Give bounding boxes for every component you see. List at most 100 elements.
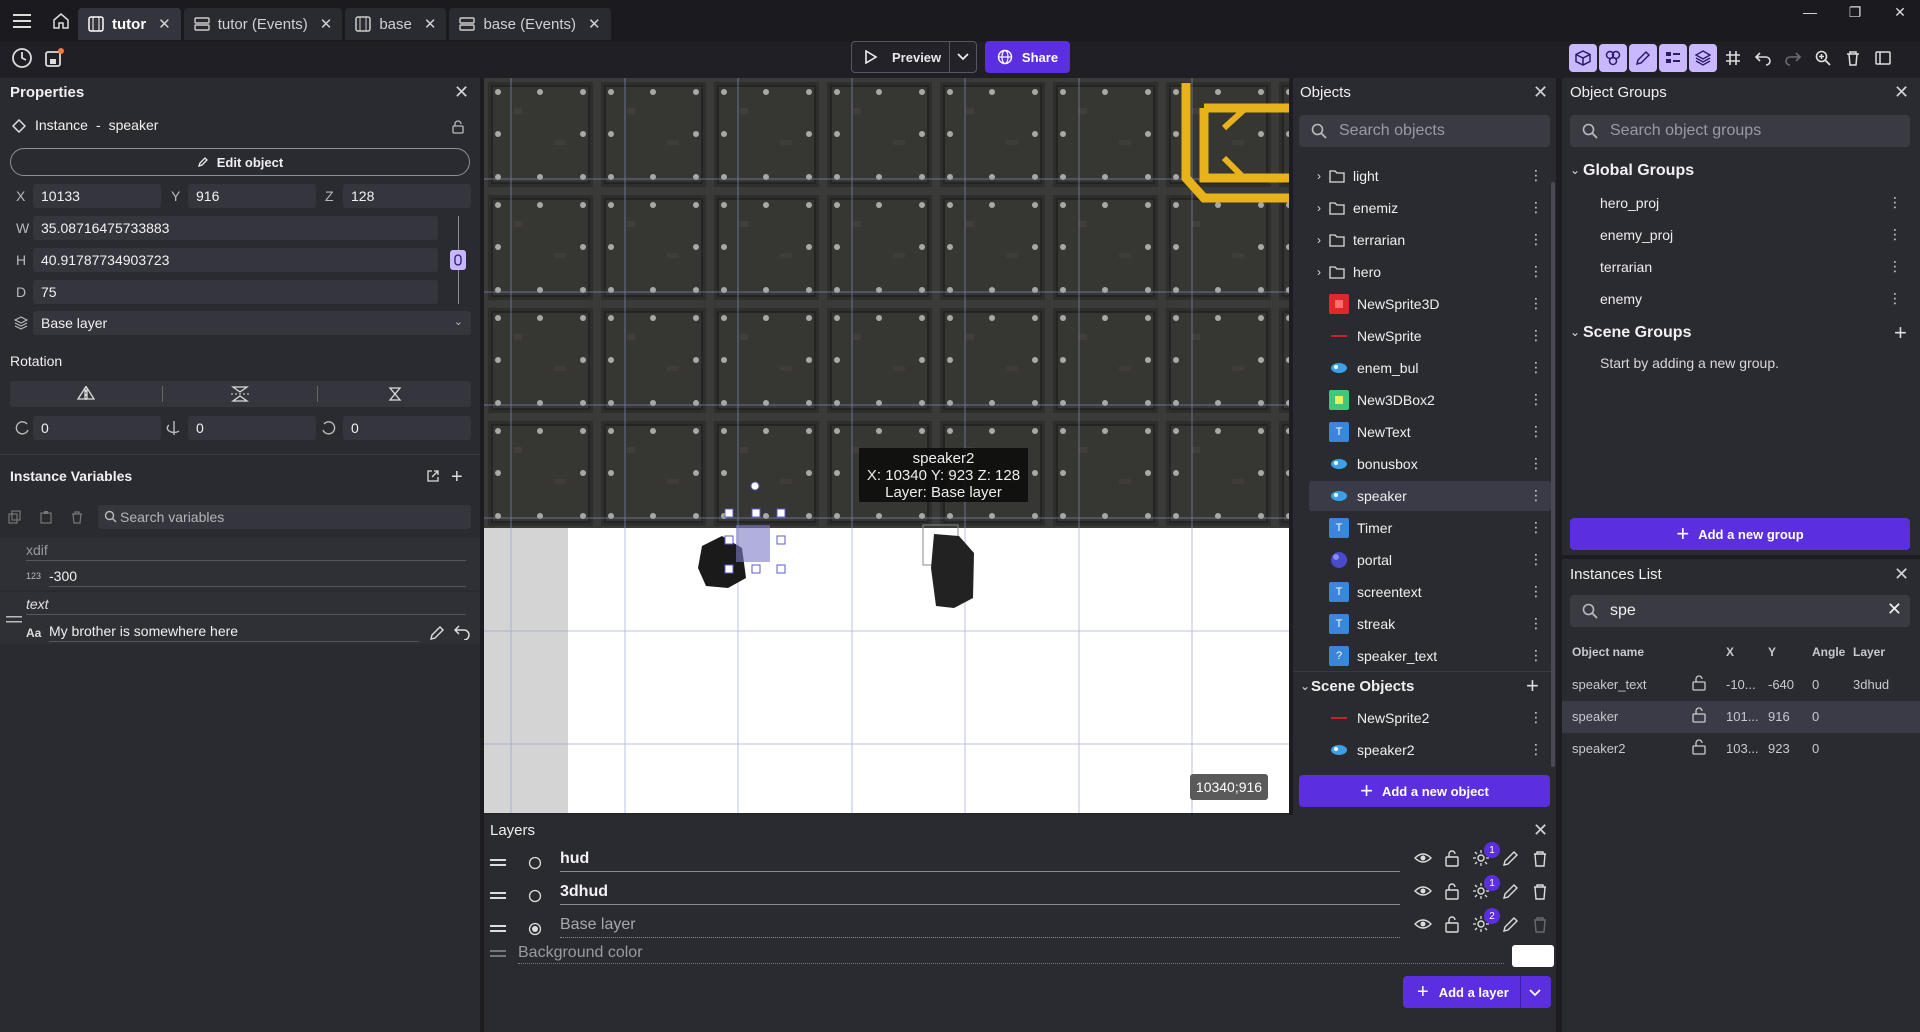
more-vertical-icon[interactable]: ⋮ — [1529, 551, 1543, 568]
more-vertical-icon[interactable]: ⋮ — [1529, 615, 1543, 632]
more-vertical-icon[interactable]: ⋮ — [1529, 709, 1543, 726]
table-row[interactable]: speaker_text -10... -640 0 3dhud — [1562, 669, 1920, 701]
object-item[interactable]: NewSprite ⋮ — [1309, 321, 1551, 351]
col-header-y[interactable]: Y — [1768, 645, 1776, 659]
more-vertical-icon[interactable]: ⋮ — [1529, 423, 1543, 440]
layer-radio[interactable] — [528, 856, 542, 870]
close-icon[interactable]: ✕ — [320, 15, 333, 33]
search-object-groups-input[interactable]: Search object groups — [1570, 115, 1910, 147]
trash-icon[interactable] — [1532, 849, 1548, 867]
more-vertical-icon[interactable]: ⋮ — [1529, 263, 1543, 280]
close-icon[interactable]: ✕ — [1894, 82, 1909, 103]
drag-handle-icon[interactable] — [490, 892, 506, 899]
add-new-group-button[interactable]: + Add a new group — [1570, 518, 1910, 550]
close-icon[interactable]: ✕ — [1533, 820, 1548, 841]
height-input[interactable]: 40.91787734903723 — [33, 248, 438, 272]
table-row[interactable]: speaker 101... 916 0 — [1562, 701, 1920, 733]
edit-icon[interactable] — [1502, 915, 1520, 933]
tab-base-events[interactable]: base (Events) ✕ — [449, 8, 611, 40]
group-item[interactable]: enemy ⋮ — [1600, 284, 1910, 314]
scene-object-item[interactable]: speaker2 ⋮ — [1309, 735, 1551, 765]
more-vertical-icon[interactable]: ⋮ — [1529, 391, 1543, 408]
drag-handle-icon[interactable] — [490, 925, 506, 932]
minimize-icon[interactable]: — — [1790, 0, 1830, 24]
edit-icon[interactable] — [429, 625, 445, 641]
chevron-down-icon[interactable] — [956, 48, 970, 64]
chevron-down-icon[interactable] — [1528, 984, 1542, 1000]
lock-icon[interactable] — [452, 120, 464, 134]
layer-radio[interactable] — [528, 889, 542, 903]
col-header-x[interactable]: X — [1726, 645, 1734, 659]
more-vertical-icon[interactable]: ⋮ — [1529, 647, 1543, 664]
more-vertical-icon[interactable]: ⋮ — [1529, 231, 1543, 248]
chevron-down-icon[interactable]: ⌄ — [1570, 325, 1580, 339]
unlock-icon[interactable] — [1692, 707, 1706, 723]
search-objects-input[interactable]: Search objects — [1299, 115, 1550, 147]
open-external-icon[interactable] — [426, 469, 440, 483]
more-vertical-icon[interactable]: ⋮ — [1529, 519, 1543, 536]
more-vertical-icon[interactable]: ⋮ — [1529, 167, 1543, 184]
object-item[interactable]: NewSprite3D ⋮ — [1309, 289, 1551, 319]
paste-icon[interactable] — [39, 510, 53, 524]
folder-item[interactable]: › enemiz ⋮ — [1309, 193, 1551, 223]
layer-row-hud[interactable]: hud 1 — [484, 842, 1556, 878]
share-button[interactable]: Share — [985, 41, 1070, 73]
editor-settings-icon[interactable] — [1869, 44, 1897, 72]
add-scene-group-icon[interactable]: + — [1894, 320, 1907, 346]
more-vertical-icon[interactable]: ⋮ — [1888, 226, 1902, 243]
object-item[interactable]: ? speaker_text ⋮ — [1309, 641, 1551, 671]
add-layer-button[interactable]: + Add a layer — [1403, 976, 1551, 1008]
zoom-icon[interactable] — [1809, 44, 1837, 72]
group-item[interactable]: hero_proj ⋮ — [1600, 188, 1910, 218]
add-scene-object-icon[interactable]: + — [1526, 673, 1539, 699]
layer-radio-selected[interactable] — [528, 922, 542, 936]
folder-item[interactable]: › terrarian ⋮ — [1309, 225, 1551, 255]
unlock-icon[interactable] — [1444, 849, 1460, 867]
object-item[interactable]: New3DBox2 ⋮ — [1309, 385, 1551, 415]
unlock-icon[interactable] — [1444, 882, 1460, 900]
folder-item[interactable]: › hero ⋮ — [1309, 257, 1551, 287]
object-item[interactable]: T Timer ⋮ — [1309, 513, 1551, 543]
scene-canvas[interactable]: speaker2 X: 10340 Y: 923 Z: 128 Layer: B… — [484, 78, 1289, 813]
layer-row-base-layer[interactable]: Base layer 2 — [484, 908, 1556, 944]
more-vertical-icon[interactable]: ⋮ — [1888, 258, 1902, 275]
3d-object-icon[interactable] — [1569, 44, 1597, 72]
x-input[interactable]: 10133 — [33, 184, 161, 208]
undo-icon[interactable] — [1749, 44, 1777, 72]
copy-icon[interactable] — [8, 510, 22, 524]
depth-input[interactable]: 75 — [33, 280, 438, 304]
close-icon[interactable]: ✕ — [1894, 564, 1909, 585]
more-vertical-icon[interactable]: ⋮ — [1888, 194, 1902, 211]
reset-icon[interactable] — [453, 624, 471, 640]
close-icon[interactable]: ✕ — [454, 82, 469, 103]
tab-base[interactable]: base ✕ — [345, 8, 447, 40]
layer-row-3dhud[interactable]: 3dhud 1 — [484, 875, 1556, 911]
more-vertical-icon[interactable]: ⋮ — [1529, 741, 1543, 758]
clear-search-icon[interactable]: ✕ — [1887, 599, 1902, 620]
rotation-x-input[interactable]: 0 — [33, 416, 161, 440]
instances-search-input[interactable]: spe ✕ — [1570, 595, 1910, 627]
chevron-down-icon[interactable]: ⌄ — [1300, 679, 1310, 693]
more-vertical-icon[interactable]: ⋮ — [1529, 199, 1543, 216]
rotation-z-input[interactable]: 0 — [343, 416, 471, 440]
object-item[interactable]: Tstreak ⋮ — [1309, 609, 1551, 639]
variable-value[interactable]: My brother is somewhere here — [49, 623, 419, 642]
object-groups-icon[interactable] — [1599, 44, 1627, 72]
object-item[interactable]: speaker ⋮ — [1309, 481, 1551, 511]
delete-variable-icon[interactable] — [70, 510, 84, 524]
layers-icon[interactable] — [1689, 44, 1717, 72]
more-vertical-icon[interactable]: ⋮ — [1888, 290, 1902, 307]
width-input[interactable]: 35.08716475733883 — [33, 216, 438, 240]
chevron-right-icon[interactable]: › — [1317, 265, 1321, 279]
chevron-down-icon[interactable]: ⌄ — [1570, 163, 1580, 177]
add-new-object-button[interactable]: + Add a new object — [1299, 775, 1550, 807]
tab-tutor[interactable]: tutor ✕ — [78, 8, 181, 40]
trash-icon[interactable] — [1839, 44, 1867, 72]
trash-icon[interactable] — [1532, 882, 1548, 900]
link-ratio-icon[interactable] — [450, 250, 466, 270]
chevron-right-icon[interactable]: › — [1317, 201, 1321, 215]
trash-icon[interactable] — [1532, 915, 1548, 933]
close-window-icon[interactable]: ✕ — [1880, 0, 1920, 24]
save-icon[interactable] — [42, 46, 66, 70]
group-item[interactable]: enemy_proj ⋮ — [1600, 220, 1910, 250]
